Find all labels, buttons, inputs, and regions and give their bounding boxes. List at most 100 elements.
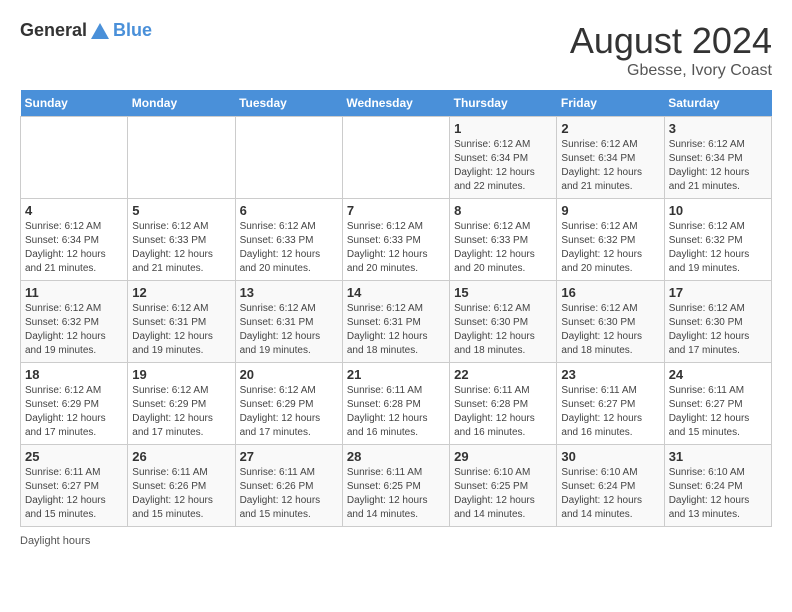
header-cell-thursday: Thursday — [450, 90, 557, 117]
day-number: 15 — [454, 285, 552, 300]
day-cell: 8 Sunrise: 6:12 AMSunset: 6:33 PMDaylight… — [450, 199, 557, 281]
calendar-body: 1 Sunrise: 6:12 AMSunset: 6:34 PMDaylight… — [21, 117, 772, 527]
day-number: 12 — [132, 285, 230, 300]
day-info: Sunrise: 6:10 AMSunset: 6:24 PMDaylight:… — [561, 466, 659, 522]
day-number: 20 — [240, 367, 338, 382]
location: Gbesse, Ivory Coast — [570, 62, 772, 80]
day-number: 19 — [132, 367, 230, 382]
day-info: Sunrise: 6:12 AMSunset: 6:32 PMDaylight:… — [561, 220, 659, 276]
day-number: 31 — [669, 449, 767, 464]
day-cell: 19Sunrise: 6:12 AMSunset: 6:29 PMDayligh… — [128, 363, 235, 445]
day-cell: 2 Sunrise: 6:12 AMSunset: 6:34 PMDaylight… — [557, 117, 664, 199]
day-info: Sunrise: 6:12 AMSunset: 6:32 PMDaylight:… — [25, 302, 123, 358]
header-cell-friday: Friday — [557, 90, 664, 117]
calendar-header: SundayMondayTuesdayWednesdayThursdayFrid… — [21, 90, 772, 117]
logo-text-blue: Blue — [113, 20, 152, 40]
day-cell: 15Sunrise: 6:12 AMSunset: 6:30 PMDayligh… — [450, 281, 557, 363]
day-cell: 13 Sunrise: 6:12 AMSunset: 6:31 PMDayligh… — [235, 281, 342, 363]
day-number: 4 — [25, 203, 123, 218]
day-info: Sunrise: 6:12 AMSunset: 6:31 PMDaylight:… — [132, 302, 230, 358]
day-info: Sunrise: 6:12 AMSunset: 6:30 PMDaylight:… — [561, 302, 659, 358]
day-cell — [342, 117, 449, 199]
day-cell: 29 Sunrise: 6:10 AMSunset: 6:25 PMDayligh… — [450, 445, 557, 527]
day-cell: 5 Sunrise: 6:12 AMSunset: 6:33 PMDaylight… — [128, 199, 235, 281]
day-number: 24 — [669, 367, 767, 382]
day-info: Sunrise: 6:12 AMSunset: 6:33 PMDaylight:… — [347, 220, 445, 276]
day-number: 8 — [454, 203, 552, 218]
day-cell: 4 Sunrise: 6:12 AMSunset: 6:34 PMDaylight… — [21, 199, 128, 281]
day-number: 23 — [561, 367, 659, 382]
header-row: SundayMondayTuesdayWednesdayThursdayFrid… — [21, 90, 772, 117]
day-info: Sunrise: 6:12 AMSunset: 6:29 PMDaylight:… — [240, 384, 338, 440]
day-number: 1 — [454, 121, 552, 136]
logo-text-general: General — [20, 20, 87, 40]
week-row-2: 4 Sunrise: 6:12 AMSunset: 6:34 PMDaylight… — [21, 199, 772, 281]
logo-icon — [89, 21, 111, 43]
day-cell: 10 Sunrise: 6:12 AMSunset: 6:32 PMDayligh… — [664, 199, 771, 281]
day-cell: 11 Sunrise: 6:12 AMSunset: 6:32 PMDayligh… — [21, 281, 128, 363]
header-cell-sunday: Sunday — [21, 90, 128, 117]
logo-general-text: General Blue — [20, 20, 152, 43]
day-cell: 26Sunrise: 6:11 AMSunset: 6:26 PMDayligh… — [128, 445, 235, 527]
day-number: 25 — [25, 449, 123, 464]
day-number: 14 — [347, 285, 445, 300]
title-block: August 2024 Gbesse, Ivory Coast — [570, 20, 772, 80]
header-cell-tuesday: Tuesday — [235, 90, 342, 117]
day-info: Sunrise: 6:10 AMSunset: 6:25 PMDaylight:… — [454, 466, 552, 522]
day-cell: 28Sunrise: 6:11 AMSunset: 6:25 PMDayligh… — [342, 445, 449, 527]
week-row-4: 18 Sunrise: 6:12 AMSunset: 6:29 PMDayligh… — [21, 363, 772, 445]
day-cell: 3Sunrise: 6:12 AMSunset: 6:34 PMDaylight… — [664, 117, 771, 199]
day-info: Sunrise: 6:11 AMSunset: 6:27 PMDaylight:… — [561, 384, 659, 440]
day-number: 13 — [240, 285, 338, 300]
day-info: Sunrise: 6:12 AMSunset: 6:34 PMDaylight:… — [669, 138, 767, 194]
day-cell: 12 Sunrise: 6:12 AMSunset: 6:31 PMDayligh… — [128, 281, 235, 363]
day-info: Sunrise: 6:11 AMSunset: 6:27 PMDaylight:… — [25, 466, 123, 522]
month-year: August 2024 — [570, 20, 772, 62]
week-row-3: 11 Sunrise: 6:12 AMSunset: 6:32 PMDayligh… — [21, 281, 772, 363]
calendar-table: SundayMondayTuesdayWednesdayThursdayFrid… — [20, 90, 772, 527]
day-cell — [21, 117, 128, 199]
day-info: Sunrise: 6:12 AMSunset: 6:31 PMDaylight:… — [347, 302, 445, 358]
day-number: 16 — [561, 285, 659, 300]
day-cell: 14 Sunrise: 6:12 AMSunset: 6:31 PMDayligh… — [342, 281, 449, 363]
day-number: 30 — [561, 449, 659, 464]
day-cell: 30 Sunrise: 6:10 AMSunset: 6:24 PMDayligh… — [557, 445, 664, 527]
week-row-5: 25 Sunrise: 6:11 AMSunset: 6:27 PMDayligh… — [21, 445, 772, 527]
daylight-label: Daylight hours — [20, 535, 90, 547]
day-cell: 22 Sunrise: 6:11 AMSunset: 6:28 PMDayligh… — [450, 363, 557, 445]
day-number: 2 — [561, 121, 659, 136]
day-number: 17 — [669, 285, 767, 300]
day-cell: 18Sunrise: 6:12 AMSunset: 6:29 PMDayligh… — [21, 363, 128, 445]
day-number: 18 — [25, 367, 123, 382]
day-number: 22 — [454, 367, 552, 382]
day-info: Sunrise: 6:12 AMSunset: 6:34 PMDaylight:… — [25, 220, 123, 276]
day-number: 29 — [454, 449, 552, 464]
day-number: 10 — [669, 203, 767, 218]
day-cell — [128, 117, 235, 199]
day-number: 5 — [132, 203, 230, 218]
day-info: Sunrise: 6:12 AMSunset: 6:33 PMDaylight:… — [132, 220, 230, 276]
day-info: Sunrise: 6:12 AMSunset: 6:33 PMDaylight:… — [454, 220, 552, 276]
day-cell: 16 Sunrise: 6:12 AMSunset: 6:30 PMDayligh… — [557, 281, 664, 363]
day-cell: 1 Sunrise: 6:12 AMSunset: 6:34 PMDaylight… — [450, 117, 557, 199]
day-info: Sunrise: 6:11 AMSunset: 6:26 PMDaylight:… — [240, 466, 338, 522]
day-cell — [235, 117, 342, 199]
footer: Daylight hours — [20, 535, 772, 547]
day-info: Sunrise: 6:12 AMSunset: 6:32 PMDaylight:… — [669, 220, 767, 276]
day-cell: 27Sunrise: 6:11 AMSunset: 6:26 PMDayligh… — [235, 445, 342, 527]
day-cell: 7Sunrise: 6:12 AMSunset: 6:33 PMDaylight… — [342, 199, 449, 281]
day-number: 28 — [347, 449, 445, 464]
day-info: Sunrise: 6:12 AMSunset: 6:31 PMDaylight:… — [240, 302, 338, 358]
day-number: 11 — [25, 285, 123, 300]
day-info: Sunrise: 6:11 AMSunset: 6:26 PMDaylight:… — [132, 466, 230, 522]
day-info: Sunrise: 6:12 AMSunset: 6:34 PMDaylight:… — [454, 138, 552, 194]
day-info: Sunrise: 6:12 AMSunset: 6:34 PMDaylight:… — [561, 138, 659, 194]
day-info: Sunrise: 6:10 AMSunset: 6:24 PMDaylight:… — [669, 466, 767, 522]
header-cell-wednesday: Wednesday — [342, 90, 449, 117]
day-cell: 31 Sunrise: 6:10 AMSunset: 6:24 PMDayligh… — [664, 445, 771, 527]
day-info: Sunrise: 6:11 AMSunset: 6:28 PMDaylight:… — [454, 384, 552, 440]
day-info: Sunrise: 6:11 AMSunset: 6:28 PMDaylight:… — [347, 384, 445, 440]
day-cell: 17Sunrise: 6:12 AMSunset: 6:30 PMDayligh… — [664, 281, 771, 363]
day-cell: 25 Sunrise: 6:11 AMSunset: 6:27 PMDayligh… — [21, 445, 128, 527]
day-cell: 20 Sunrise: 6:12 AMSunset: 6:29 PMDayligh… — [235, 363, 342, 445]
